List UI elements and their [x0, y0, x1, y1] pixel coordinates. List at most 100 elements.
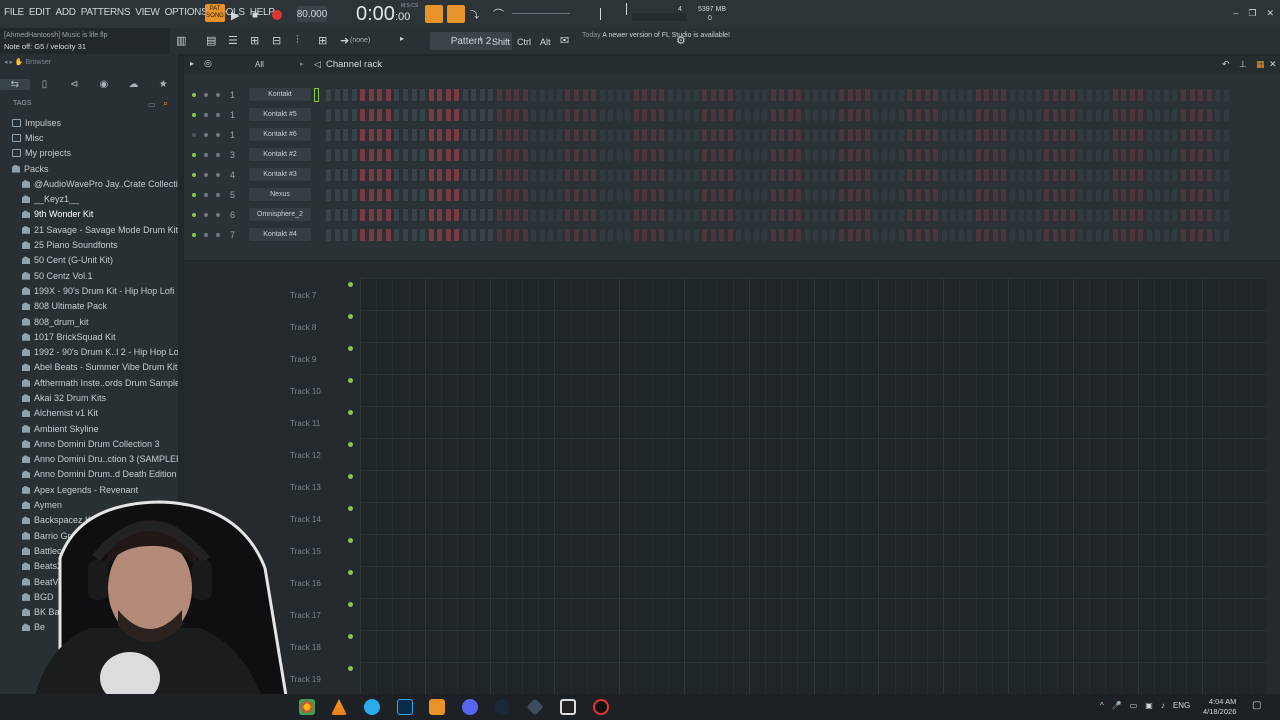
- step-button[interactable]: [608, 209, 614, 221]
- mute-led[interactable]: [192, 113, 196, 117]
- step-button[interactable]: [779, 149, 785, 161]
- step-button[interactable]: [1198, 209, 1204, 221]
- step-button[interactable]: [539, 209, 545, 221]
- mic-icon[interactable]: 🎤: [1112, 701, 1122, 710]
- step-button[interactable]: [1172, 189, 1178, 201]
- step-button[interactable]: [924, 149, 930, 161]
- step-button[interactable]: [1027, 189, 1033, 201]
- step-button[interactable]: [385, 109, 391, 121]
- step-button[interactable]: [573, 89, 579, 101]
- step-button[interactable]: [1198, 149, 1204, 161]
- step-button[interactable]: [1044, 149, 1050, 161]
- step-button[interactable]: [1112, 109, 1118, 121]
- step-button[interactable]: [668, 89, 673, 101]
- step-button[interactable]: [471, 209, 477, 221]
- step-button[interactable]: [479, 229, 485, 241]
- step-button[interactable]: [1215, 89, 1221, 101]
- step-button[interactable]: [522, 109, 528, 121]
- step-button[interactable]: [360, 149, 366, 161]
- browser-item[interactable]: 21 Savage - Savage Mode Drum Kit: [8, 222, 178, 237]
- step-button[interactable]: [856, 229, 862, 241]
- step-button[interactable]: [710, 169, 716, 181]
- step-button[interactable]: [505, 149, 511, 161]
- step-button[interactable]: [428, 169, 434, 181]
- step-button[interactable]: [1121, 129, 1127, 141]
- step-button[interactable]: [402, 129, 408, 141]
- step-button[interactable]: [779, 109, 785, 121]
- step-button[interactable]: [890, 209, 896, 221]
- step-button[interactable]: [599, 229, 605, 241]
- select-led[interactable]: [216, 93, 220, 97]
- track-mute-led[interactable]: [348, 346, 353, 351]
- steam-icon[interactable]: [494, 699, 510, 715]
- step-button[interactable]: [582, 169, 588, 181]
- step-button[interactable]: [539, 89, 545, 101]
- step-button[interactable]: [992, 229, 998, 241]
- snap-icon[interactable]: ▥: [176, 34, 186, 47]
- step-button[interactable]: [505, 209, 511, 221]
- step-button[interactable]: [1155, 129, 1161, 141]
- step-button[interactable]: [881, 89, 887, 101]
- step-button[interactable]: [437, 129, 443, 141]
- step-button[interactable]: [915, 229, 921, 241]
- graph-icon[interactable]: ⊥: [1239, 59, 1247, 70]
- channel-row[interactable]: 5 Nexus: [184, 186, 1280, 206]
- step-button[interactable]: [556, 129, 562, 141]
- step-button[interactable]: [497, 109, 502, 121]
- track-mute-led[interactable]: [348, 410, 353, 415]
- step-button[interactable]: [377, 129, 383, 141]
- step-button[interactable]: [779, 189, 785, 201]
- step-button[interactable]: [1215, 209, 1221, 221]
- step-button[interactable]: [1112, 129, 1118, 141]
- step-button[interactable]: [1035, 129, 1041, 141]
- step-button[interactable]: [522, 189, 528, 201]
- step-button[interactable]: [454, 109, 460, 121]
- solo-led[interactable]: [204, 113, 208, 117]
- step-button[interactable]: [744, 189, 750, 201]
- step-button[interactable]: [548, 209, 554, 221]
- step-button[interactable]: [1215, 129, 1221, 141]
- step-button[interactable]: [796, 189, 802, 201]
- step-button[interactable]: [522, 129, 528, 141]
- ctrl-button[interactable]: Ctrl: [517, 37, 531, 47]
- step-button[interactable]: [821, 229, 827, 241]
- step-button[interactable]: [873, 229, 879, 241]
- step-button[interactable]: [385, 229, 391, 241]
- step-button[interactable]: [1163, 229, 1169, 241]
- step-button[interactable]: [326, 129, 331, 141]
- step-button[interactable]: [1223, 89, 1229, 101]
- swing-knob-icon[interactable]: ◎: [204, 58, 212, 69]
- step-button[interactable]: [907, 109, 913, 121]
- step-button[interactable]: [1061, 189, 1067, 201]
- step-button[interactable]: [864, 89, 870, 101]
- step-button[interactable]: [830, 149, 836, 161]
- step-button[interactable]: [582, 149, 588, 161]
- step-button[interactable]: [505, 129, 511, 141]
- step-button[interactable]: [676, 129, 682, 141]
- step-button[interactable]: [548, 149, 554, 161]
- step-button[interactable]: [420, 109, 426, 121]
- step-button[interactable]: [1010, 209, 1015, 221]
- step-button[interactable]: [573, 169, 579, 181]
- step-button[interactable]: [539, 129, 545, 141]
- step-button[interactable]: [1181, 129, 1186, 141]
- step-button[interactable]: [548, 229, 554, 241]
- step-button[interactable]: [950, 89, 956, 101]
- step-button[interactable]: [1078, 229, 1084, 241]
- step-button[interactable]: [445, 169, 451, 181]
- step-button[interactable]: [360, 189, 366, 201]
- step-button[interactable]: [625, 109, 631, 121]
- step-button[interactable]: [479, 169, 485, 181]
- step-button[interactable]: [1044, 189, 1050, 201]
- photoshop-icon[interactable]: [397, 699, 413, 715]
- step-button[interactable]: [975, 89, 981, 101]
- step-button[interactable]: [762, 109, 768, 121]
- step-button[interactable]: [1095, 229, 1101, 241]
- step-button[interactable]: [360, 89, 366, 101]
- step-button[interactable]: [1215, 189, 1221, 201]
- step-button[interactable]: [650, 109, 656, 121]
- step-button[interactable]: [556, 229, 562, 241]
- step-button[interactable]: [539, 169, 545, 181]
- mixer-track-number[interactable]: 3: [230, 150, 235, 160]
- step-button[interactable]: [1206, 89, 1212, 101]
